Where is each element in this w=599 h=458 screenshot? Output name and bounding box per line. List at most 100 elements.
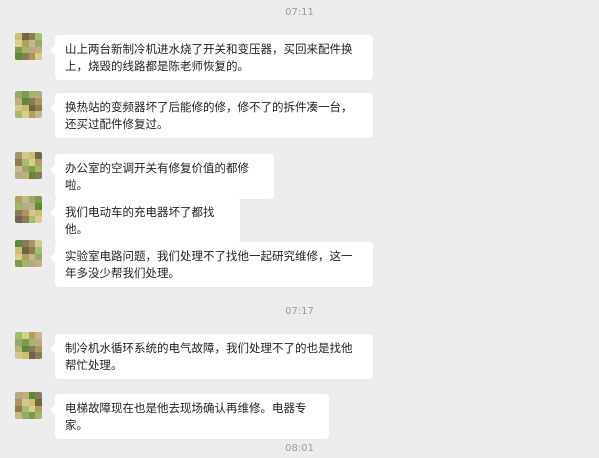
avatar-pixel: [21, 97, 29, 105]
message-bubble[interactable]: 山上两台新制冷机进水烧了开关和变压器，买回来配件换上，烧毁的线路都是陈老师恢复的…: [50, 35, 373, 80]
avatar-pixel: [35, 209, 42, 217]
avatar-pixel: [28, 209, 36, 217]
avatar-pixel: [35, 412, 42, 419]
avatar-pixel: [21, 152, 29, 159]
avatar-pixel: [35, 240, 42, 247]
avatar-pixel: [28, 240, 36, 247]
message-text: 换热站的变频器坏了后能修的修，修不了的拆件凑一台，还买过配件修复过。: [65, 100, 353, 131]
avatar-pixel: [35, 398, 42, 406]
avatar-pixel: [35, 158, 42, 166]
avatar-pixel: [21, 91, 29, 98]
avatar-pixel: [21, 240, 29, 247]
message-bubble[interactable]: 换热站的变频器坏了后能修的修，修不了的拆件凑一台，还买过配件修复过。: [50, 93, 373, 138]
message-text: 办公室的空调开关有修复价值的都修啦。: [65, 161, 249, 192]
avatar-pixel: [15, 172, 22, 179]
message-text: 实验室电路问题，我们处理不了找他一起研究维修，这一年多没少帮我们处理。: [65, 249, 353, 280]
avatar-pixel: [28, 158, 36, 166]
avatar-pixel: [15, 338, 22, 346]
avatar-pixel: [15, 39, 22, 47]
avatar-pixel: [21, 196, 29, 203]
avatar-pixel: [21, 338, 29, 346]
avatar-pixel: [21, 253, 29, 261]
avatar-pixel: [28, 104, 36, 112]
blurred-avatar-icon[interactable]: [15, 392, 42, 419]
avatar-pixel: [15, 216, 22, 223]
avatar-pixel: [35, 39, 42, 47]
chat-window: 07:11 山上两台新制冷机进水烧了开关和变压器，买回来配件换上，烧毁的线路都是…: [0, 0, 599, 458]
avatar-pixel: [28, 33, 36, 40]
avatar-pixel: [21, 216, 29, 223]
avatar-pixel: [35, 33, 42, 40]
avatar-pixel: [21, 209, 29, 217]
avatar-pixel: [15, 345, 22, 353]
avatar-pixel: [15, 398, 22, 406]
timestamp: 08:01: [285, 443, 314, 454]
avatar-pixel: [35, 111, 42, 118]
avatar-pixel: [35, 392, 42, 399]
avatar-pixel: [21, 158, 29, 166]
avatar-pixel: [35, 53, 42, 60]
message-text: 山上两台新制冷机进水烧了开关和变压器，买回来配件换上，烧毁的线路都是陈老师恢复的…: [65, 42, 353, 73]
avatar-pixel: [28, 39, 36, 47]
avatar-pixel: [21, 111, 29, 118]
blurred-avatar-icon[interactable]: [15, 152, 42, 179]
avatar-pixel: [15, 104, 22, 112]
avatar-pixel: [35, 104, 42, 112]
avatar-pixel: [15, 33, 22, 40]
avatar-pixel: [28, 165, 36, 173]
avatar-pixel: [35, 345, 42, 353]
avatar-pixel: [15, 91, 22, 98]
message-bubble[interactable]: 电梯故障现在也是他去现场确认再维修。电器专家。: [50, 394, 329, 439]
blurred-avatar-icon[interactable]: [15, 91, 42, 118]
avatar-pixel: [28, 111, 36, 118]
message-text: 我们电动车的充电器坏了都找他。: [65, 205, 215, 236]
avatar-pixel: [35, 46, 42, 54]
message-bubble[interactable]: 办公室的空调开关有修复价值的都修啦。: [50, 154, 274, 199]
message-bubble[interactable]: 我们电动车的充电器坏了都找他。: [50, 198, 240, 243]
avatar-pixel: [28, 352, 36, 359]
avatar-pixel: [21, 53, 29, 60]
avatar-pixel: [35, 172, 42, 179]
avatar-pixel: [28, 196, 36, 203]
avatar-pixel: [21, 392, 29, 399]
avatar-pixel: [15, 246, 22, 254]
avatar-pixel: [28, 152, 36, 159]
avatar-pixel: [15, 165, 22, 173]
avatar-pixel: [15, 97, 22, 105]
avatar-pixel: [28, 216, 36, 223]
avatar-pixel: [28, 91, 36, 98]
message-bubble[interactable]: 实验室电路问题，我们处理不了找他一起研究维修，这一年多没少帮我们处理。: [50, 242, 373, 287]
blurred-avatar-icon[interactable]: [15, 196, 42, 223]
timestamp: 07:11: [285, 7, 314, 18]
avatar-pixel: [21, 345, 29, 353]
avatar-pixel: [28, 97, 36, 105]
avatar-pixel: [21, 352, 29, 359]
avatar-pixel: [35, 202, 42, 210]
avatar-pixel: [21, 202, 29, 210]
blurred-avatar-icon[interactable]: [15, 240, 42, 267]
avatar-pixel: [21, 412, 29, 419]
avatar-pixel: [35, 352, 42, 359]
avatar-pixel: [35, 253, 42, 261]
avatar-pixel: [35, 332, 42, 339]
avatar-pixel: [21, 46, 29, 54]
message-bubble[interactable]: 制冷机水循环系统的电气故障，我们处理不了的也是找他帮忙处理。: [50, 334, 373, 379]
avatar-pixel: [15, 260, 22, 267]
avatar-pixel: [35, 338, 42, 346]
avatar-pixel: [35, 97, 42, 105]
avatar-pixel: [21, 33, 29, 40]
avatar-pixel: [28, 246, 36, 254]
avatar-pixel: [21, 39, 29, 47]
avatar-pixel: [35, 405, 42, 413]
avatar-pixel: [21, 398, 29, 406]
avatar-pixel: [35, 260, 42, 267]
blurred-avatar-icon[interactable]: [15, 33, 42, 60]
avatar-pixel: [15, 412, 22, 419]
blurred-avatar-icon[interactable]: [15, 332, 42, 359]
avatar-pixel: [35, 165, 42, 173]
avatar-pixel: [15, 196, 22, 203]
avatar-pixel: [35, 152, 42, 159]
avatar-pixel: [15, 392, 22, 399]
avatar-pixel: [28, 46, 36, 54]
avatar-pixel: [28, 398, 36, 406]
